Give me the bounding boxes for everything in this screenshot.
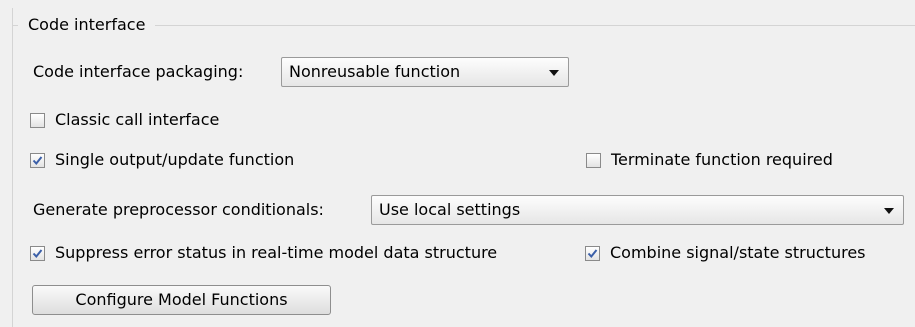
chevron-down-icon — [549, 70, 559, 76]
configure-model-functions-button[interactable]: Configure Model Functions — [32, 285, 331, 315]
classic-call-checkbox-row[interactable]: Classic call interface — [30, 109, 219, 131]
group-title: Code interface — [18, 14, 156, 36]
check-mark-icon — [32, 248, 43, 258]
terminate-checkbox[interactable] — [586, 152, 601, 168]
check-mark-icon — [32, 155, 43, 165]
suppress-error-checkbox-row[interactable]: Suppress error status in real-time model… — [30, 242, 497, 264]
classic-call-checkbox[interactable] — [30, 112, 45, 128]
single-output-checkbox[interactable] — [30, 152, 45, 168]
combine-structures-label: Combine signal/state structures — [610, 243, 866, 262]
preprocessor-value: Use local settings — [379, 200, 521, 219]
suppress-error-checkbox[interactable] — [30, 245, 45, 261]
packaging-label: Code interface packaging: — [33, 62, 244, 81]
preprocessor-dropdown[interactable]: Use local settings — [371, 195, 904, 225]
check-mark-icon — [587, 248, 598, 258]
suppress-error-label: Suppress error status in real-time model… — [55, 243, 498, 262]
packaging-value: Nonreusable function — [289, 62, 461, 81]
combine-structures-checkbox[interactable] — [585, 245, 600, 261]
terminate-label: Terminate function required — [611, 150, 833, 169]
single-output-checkbox-row[interactable]: Single output/update function — [30, 149, 294, 171]
terminate-checkbox-row[interactable]: Terminate function required — [586, 149, 833, 171]
single-output-label: Single output/update function — [55, 150, 295, 169]
preprocessor-label: Generate preprocessor conditionals: — [33, 200, 324, 219]
packaging-dropdown[interactable]: Nonreusable function — [281, 57, 569, 87]
classic-call-label: Classic call interface — [55, 110, 220, 129]
chevron-down-icon — [884, 208, 894, 214]
combine-structures-checkbox-row[interactable]: Combine signal/state structures — [585, 242, 866, 264]
